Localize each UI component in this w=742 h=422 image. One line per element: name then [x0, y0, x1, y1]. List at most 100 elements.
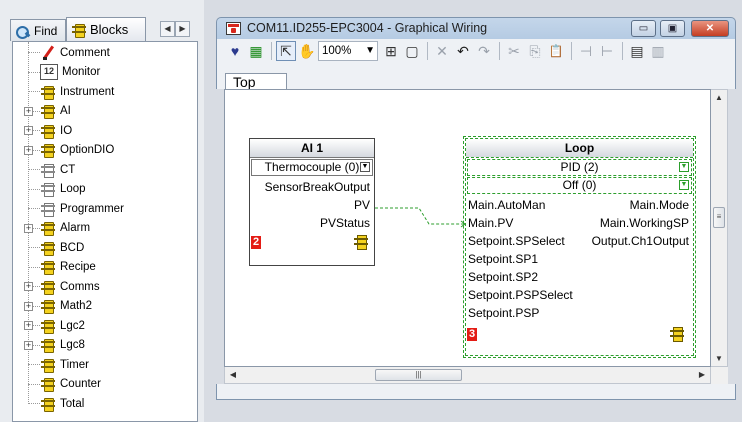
dropdown-arrow-icon[interactable]: ▼ [360, 162, 370, 172]
block-param-select[interactable]: Off (0) ▼ [467, 177, 692, 194]
pointer-icon[interactable]: ⇱ [276, 41, 296, 61]
tree-item-instrument[interactable]: Instrument [40, 82, 114, 101]
tree-item-label: AI [60, 105, 71, 117]
tree-item-label: Alarm [60, 222, 91, 234]
tree-item-math2[interactable]: Math2 [40, 297, 92, 316]
tab-scroll-left-button[interactable]: ◀ [160, 21, 175, 37]
scroll-up-button[interactable]: ▲ [711, 90, 727, 106]
tree-item-comms[interactable]: Comms [40, 277, 100, 296]
block-icon [40, 123, 56, 139]
output-port[interactable]: SensorBreakOutput [265, 180, 370, 194]
tree-expand-toggle[interactable]: + [24, 340, 33, 350]
chevron-down-icon: ▼ [365, 45, 375, 56]
input-port[interactable]: Main.AutoMan [468, 198, 545, 212]
block-icon [40, 396, 56, 412]
dropdown-arrow-icon[interactable]: ▼ [679, 162, 689, 172]
paste-icon[interactable]: 📋 [546, 41, 566, 61]
wiring-canvas[interactable]: AI 1 Thermocouple (0) ▼ SensorBreakOutpu… [224, 89, 711, 367]
input-port[interactable]: Setpoint.SP1 [468, 252, 538, 266]
output-port[interactable]: Main.WorkingSP [600, 216, 689, 230]
vertical-scrollbar[interactable]: ▲ ≡ ▼ [711, 89, 728, 367]
input-port[interactable]: Setpoint.PSP [468, 306, 539, 320]
tree-item-label: Total [60, 397, 85, 410]
heart-icon[interactable]: ♥ [225, 41, 245, 61]
frame-icon[interactable]: ▢ [402, 41, 422, 61]
tree-item-comment[interactable]: Comment [40, 43, 110, 62]
tree-expand-toggle[interactable]: + [24, 321, 33, 330]
tree-item-bcd[interactable]: BCD [40, 238, 84, 257]
block-icon [40, 279, 56, 295]
tree-item-label: Monitor [62, 66, 101, 78]
function-block-ai1[interactable]: AI 1 Thermocouple (0) ▼ SensorBreakOutpu… [249, 138, 375, 266]
tree-item-recipe[interactable]: Recipe [40, 258, 96, 277]
zoom-select[interactable]: 100% ▼ [318, 41, 378, 61]
close-button[interactable]: ✕ [691, 20, 729, 37]
block-icon [40, 376, 56, 392]
block-param-select[interactable]: Thermocouple (0) ▼ [251, 159, 373, 176]
scroll-right-button[interactable]: ▶ [694, 367, 710, 383]
output-port[interactable]: Output.Ch1Output [592, 234, 689, 248]
output-port[interactable]: PV [354, 198, 370, 212]
tab-blocks[interactable]: Blocks [66, 17, 146, 41]
tree-item-monitor[interactable]: 12 Monitor [40, 63, 100, 82]
dropdown-arrow-icon[interactable]: ▼ [679, 180, 689, 190]
tree-item-programmer[interactable]: Programmer [40, 199, 124, 218]
maximize-button[interactable]: ▣ [660, 20, 685, 37]
minimize-button[interactable]: ▭ [631, 20, 656, 37]
tab-scroll-right-button[interactable]: ▶ [175, 21, 190, 37]
tree-item-ai[interactable]: AI [40, 102, 71, 121]
tree-item-counter[interactable]: Counter [40, 375, 101, 394]
window-titlebar[interactable]: COM11.ID255-EPC3004 - Graphical Wiring ▭… [216, 17, 736, 39]
delete-icon[interactable]: ✕ [432, 41, 452, 61]
tree-expand-toggle[interactable]: + [24, 126, 33, 135]
tree-expand-toggle[interactable]: + [24, 106, 33, 116]
wire-out-icon[interactable]: ⊢ [597, 41, 617, 61]
wire-in-icon[interactable]: ⊣ [576, 41, 596, 61]
undo-icon[interactable]: ↶ [453, 41, 473, 61]
layout-alt-icon[interactable]: ▥ [648, 41, 668, 61]
tree-item-alarm[interactable]: Alarm [40, 219, 90, 238]
scroll-thumb-vertical[interactable]: ≡ [713, 207, 725, 228]
input-port[interactable]: Setpoint.SPSelect [468, 234, 565, 248]
tab-find-label: Find [34, 23, 58, 38]
tab-top[interactable]: Top [225, 73, 287, 90]
tree-item-total[interactable]: Total [40, 394, 84, 413]
redo-icon[interactable]: ↷ [474, 41, 494, 61]
hand-icon[interactable]: ✋ [297, 41, 317, 61]
function-block-loop[interactable]: Loop PID (2) ▼ Off (0) ▼ Main.AutoMan Ma… [465, 138, 694, 356]
tab-find[interactable]: Find [10, 19, 66, 41]
tree-item-io[interactable]: IO [40, 121, 72, 140]
tree-expand-toggle[interactable]: + [24, 145, 33, 155]
scroll-down-button[interactable]: ▼ [711, 351, 727, 367]
input-port[interactable]: Setpoint.PSPSelect [468, 288, 573, 302]
tree-item-loop[interactable]: Loop [40, 180, 86, 199]
block-param-value: Thermocouple (0) [264, 160, 360, 174]
tree-item-optiondio[interactable]: OptionDIO [40, 141, 114, 160]
block-outline-icon [40, 162, 56, 178]
block-param-select[interactable]: PID (2) ▼ [467, 159, 692, 176]
tree-expand-toggle[interactable]: + [24, 223, 33, 233]
tree-item-lgc8[interactable]: Lgc8 [40, 336, 85, 355]
tree-item-ct[interactable]: CT [40, 160, 75, 179]
copy-icon[interactable]: ⎘ [525, 41, 545, 61]
tree-item-timer[interactable]: Timer [40, 355, 89, 374]
layout-icon[interactable]: ▤ [627, 41, 647, 61]
grid-icon[interactable]: ▦ [246, 41, 266, 61]
cut-icon[interactable]: ✂ [504, 41, 524, 61]
scroll-thumb-horizontal[interactable]: ||| [375, 369, 462, 381]
scroll-left-button[interactable]: ◀ [225, 367, 241, 383]
fit-icon[interactable]: ⊞ [381, 41, 401, 61]
tree-expand-toggle[interactable]: + [24, 301, 33, 311]
blocks-panel: Find Blocks ◀ ▶ Comment 12 Monitor Instrume… [0, 0, 204, 422]
tree-connector-line [28, 91, 40, 92]
input-port[interactable]: Setpoint.SP2 [468, 270, 538, 284]
output-port[interactable]: PVStatus [320, 216, 370, 230]
input-port[interactable]: Main.PV [468, 216, 513, 230]
output-port[interactable]: Main.Mode [630, 198, 689, 212]
block-outline-icon [40, 181, 56, 197]
tree-expand-toggle[interactable]: + [24, 282, 33, 291]
wire-ai1-pv-to-loop-pv[interactable] [375, 207, 465, 225]
tree-item-lgc2[interactable]: Lgc2 [40, 316, 85, 335]
horizontal-scrollbar[interactable]: ◀ ||| ▶ [224, 367, 711, 384]
document-tabs: Top [216, 63, 736, 90]
